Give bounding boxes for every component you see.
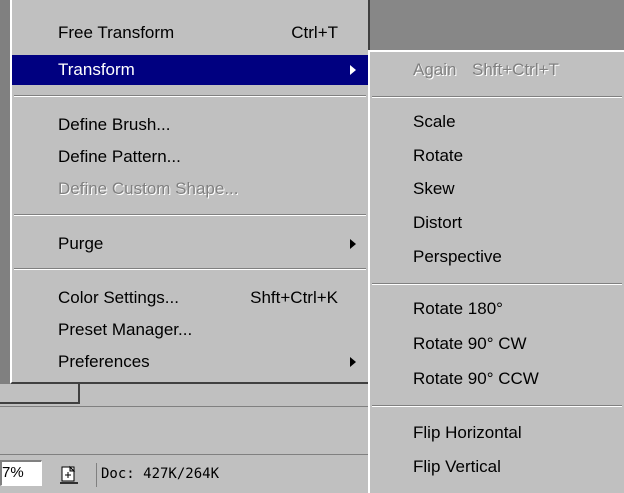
submenu-item-rotate-90-cw[interactable]: Rotate 90° CW [370, 329, 624, 359]
menu-item-define-pattern[interactable]: Define Pattern... [12, 142, 368, 172]
submenu-item-rotate-180[interactable]: Rotate 180° [370, 294, 624, 324]
background-panel [0, 384, 368, 454]
menu-separator [372, 405, 622, 407]
menu-item-label: Free Transform [58, 23, 175, 42]
menu-separator [14, 95, 366, 97]
submenu-item-perspective[interactable]: Perspective [370, 242, 624, 272]
doc-size-info: Doc: 427K/264K [96, 463, 362, 487]
submenu-item-again[interactable]: Again Shft+Ctrl+T [370, 55, 624, 85]
submenu-item-rotate[interactable]: Rotate [370, 141, 624, 171]
menu-item-define-brush[interactable]: Define Brush... [12, 110, 368, 140]
menu-item-label: Distort [413, 213, 463, 232]
menu-item-label: Preferences [58, 352, 150, 371]
workspace-bar [370, 0, 624, 56]
edit-menu: Free Transform Ctrl+T Transform Define B… [10, 0, 370, 384]
menu-item-label: Define Pattern... [58, 147, 181, 166]
menu-item-label: Skew [413, 179, 455, 198]
submenu-arrow-icon [350, 239, 356, 249]
submenu-arrow-icon [350, 65, 356, 75]
menu-item-shortcut: Ctrl+T [291, 23, 338, 42]
menu-item-color-settings[interactable]: Color Settings... Shft+Ctrl+K [12, 283, 368, 313]
submenu-item-scale[interactable]: Scale [370, 107, 624, 137]
menu-item-label: Define Custom Shape... [58, 179, 239, 198]
menu-item-purge[interactable]: Purge [12, 229, 368, 259]
menu-separator [372, 283, 622, 285]
submenu-item-rotate-90-ccw[interactable]: Rotate 90° CCW [370, 364, 624, 394]
menu-item-shortcut: Shft+Ctrl+K [250, 288, 338, 307]
menu-item-label: Perspective [413, 247, 502, 266]
menu-item-label: Flip Vertical [413, 457, 501, 476]
menu-item-label: Rotate 180° [413, 299, 503, 318]
menu-separator [372, 96, 622, 98]
menu-item-preferences[interactable]: Preferences [12, 347, 368, 377]
status-bar: 7% Doc: 427K/264K [0, 455, 368, 493]
zoom-field[interactable]: 7% [0, 460, 42, 486]
menu-item-transform[interactable]: Transform [12, 55, 368, 85]
menu-item-shortcut: Shft+Ctrl+T [472, 60, 559, 79]
menu-separator [14, 214, 366, 216]
menu-item-label: Purge [58, 234, 104, 253]
transform-submenu: Again Shft+Ctrl+T Scale Rotate Skew Dist… [368, 50, 624, 493]
menu-item-label: Scale [413, 112, 456, 131]
menu-item-preset-manager[interactable]: Preset Manager... [12, 315, 368, 345]
menu-separator [14, 268, 366, 270]
menu-item-label: Rotate 90° CW [413, 334, 527, 353]
submenu-item-flip-horizontal[interactable]: Flip Horizontal [370, 418, 624, 448]
menu-item-label: Transform [58, 60, 135, 79]
panel-divider [0, 406, 368, 407]
menu-item-label: Preset Manager... [58, 320, 193, 339]
menu-item-label: Define Brush... [58, 115, 171, 134]
document-info-icon[interactable] [58, 464, 80, 484]
panel-tab[interactable] [0, 384, 80, 404]
submenu-item-distort[interactable]: Distort [370, 208, 624, 238]
menu-item-label: Color Settings... [58, 288, 179, 307]
menu-item-define-custom-shape[interactable]: Define Custom Shape... [12, 174, 368, 204]
menu-item-label: Again [413, 60, 457, 79]
menu-item-free-transform[interactable]: Free Transform Ctrl+T [12, 18, 368, 48]
menu-item-label: Flip Horizontal [413, 423, 522, 442]
submenu-item-skew[interactable]: Skew [370, 174, 624, 204]
menu-item-label: Rotate [413, 146, 464, 165]
submenu-item-flip-vertical[interactable]: Flip Vertical [370, 452, 624, 482]
submenu-arrow-icon [350, 357, 356, 367]
menu-item-label: Rotate 90° CCW [413, 369, 539, 388]
